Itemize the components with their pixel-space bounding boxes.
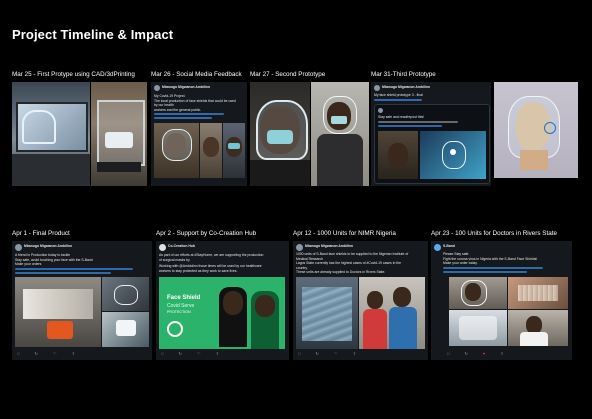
- milestone-caption-apr2: Apr 2 - Support by Co-Creation Hub: [156, 230, 257, 237]
- tweet-photo: [102, 312, 149, 347]
- promo-tag: PROTECTION: [167, 310, 191, 314]
- promo-subtitle: Covid Serve: [167, 303, 195, 309]
- cocreation-promo-image: Face Shield Covid Serve PROTECTION: [159, 277, 285, 349]
- milestone-caption-mar25: Mar 25 - First Protype using CAD/3dPrint…: [12, 71, 135, 78]
- tweet-text-line: Stay safe and read/repost this!: [378, 115, 424, 119]
- tweet-text-line: workers and the general public.: [154, 107, 202, 112]
- tweet-photo: [449, 310, 507, 346]
- tweet-photo: [15, 277, 101, 347]
- tweet-photo: [378, 131, 418, 179]
- milestone-caption-mar31: Mar 31-Third Prototype: [371, 71, 436, 78]
- nimr-units-tweet[interactable]: Mbanugo Migwanon Ambilinn 1000 units of …: [293, 241, 428, 360]
- avatar: [296, 244, 303, 251]
- tweet-photo: [200, 123, 222, 178]
- tweet-author: Mbanugo Migwanon Ambilinn: [382, 85, 430, 89]
- tweet-photo: [420, 131, 486, 179]
- tweet-photo: [508, 277, 568, 309]
- tweet-photo: [102, 277, 149, 311]
- prototype-cad-photo: [12, 82, 90, 186]
- tweet-author: Mbanugo Migwanon Ambilinn: [24, 244, 72, 248]
- avatar: [434, 244, 441, 251]
- promo-title: Face Shield: [167, 295, 201, 301]
- 3d-printer-photo: [91, 82, 147, 186]
- tweet-text-line: Lagos State currently has the highest ca…: [296, 261, 401, 265]
- avatar: [159, 244, 166, 251]
- tweet-photo: [154, 123, 199, 178]
- tweet-action-icons[interactable]: □ ↻ ♡ ⇧: [17, 351, 82, 356]
- final-product-tweet[interactable]: Mbanugo Migwanon Ambilinn A friend in Pr…: [12, 241, 152, 360]
- milestone-caption-apr12: Apr 12 - 1000 Units for NIMR Nigeria: [293, 230, 396, 237]
- tweet-action-icons[interactable]: □ ↻ ♡ ⇧: [161, 351, 226, 356]
- milestone-caption-apr23: Apr 23 - 100 Units for Doctors in Rivers…: [431, 230, 557, 237]
- milestone-caption-mar27: Mar 27 - Second Prototype: [250, 71, 326, 78]
- tweet-author: Co-Creation Hub: [168, 244, 195, 248]
- second-prototype-photo-2: [311, 82, 369, 186]
- quoted-tweet[interactable]: Stay safe and read/repost this!: [374, 104, 490, 184]
- tweet-text-line: workers to stay protected as they work t…: [159, 268, 238, 273]
- page-title: Project Timeline & Impact: [12, 27, 174, 42]
- tweet-text-line: Make your order today.: [443, 261, 478, 265]
- tweet-photo: [296, 277, 358, 349]
- tweet-photo: [223, 123, 245, 178]
- rivers-state-tweet[interactable]: S-Band Please Stay safe. Fight the coron…: [431, 241, 572, 360]
- tweet-text-line: of surgical masks by: [159, 257, 190, 262]
- avatar: [15, 244, 22, 251]
- avatar: [154, 85, 160, 91]
- face-shield-render: [494, 82, 578, 178]
- milestone-caption-apr1: Apr 1 - Final Product: [12, 230, 70, 237]
- social-media-tweet[interactable]: Mbanugo Migwanon Ambilinn My Covid-19 Pr…: [151, 82, 247, 186]
- tweet-action-icons[interactable]: □ ↻ ♡ ⇧: [298, 351, 363, 356]
- tweet-photo: [508, 310, 568, 346]
- tweet-author: S-Band: [443, 244, 455, 248]
- third-prototype-tweet[interactable]: Mbanugo Migwanon Ambilinn My face shield…: [371, 82, 491, 186]
- tweet-text-line: Make your orders: [15, 262, 42, 266]
- cocreation-hub-tweet[interactable]: Co-Creation Hub As part of our efforts a…: [156, 241, 289, 360]
- tweet-text-line: My face shield prototype 3 - final: [374, 93, 423, 97]
- tweet-author: Mbanugo Migwanon Ambilinn: [162, 85, 210, 89]
- tweet-photo: [359, 277, 425, 349]
- tweet-author: Mbanugo Migwanon Ambilinn: [305, 244, 353, 248]
- avatar: [374, 85, 380, 91]
- milestone-caption-mar26: Mar 26 - Social Media Feedback: [151, 71, 242, 78]
- tweet-text-line: These units are already supplied to Doct…: [296, 270, 386, 274]
- tweet-action-icons[interactable]: □ ↻ ♥ ⇧: [447, 351, 511, 356]
- tweet-photo: [449, 277, 507, 309]
- second-prototype-photo: [250, 82, 310, 186]
